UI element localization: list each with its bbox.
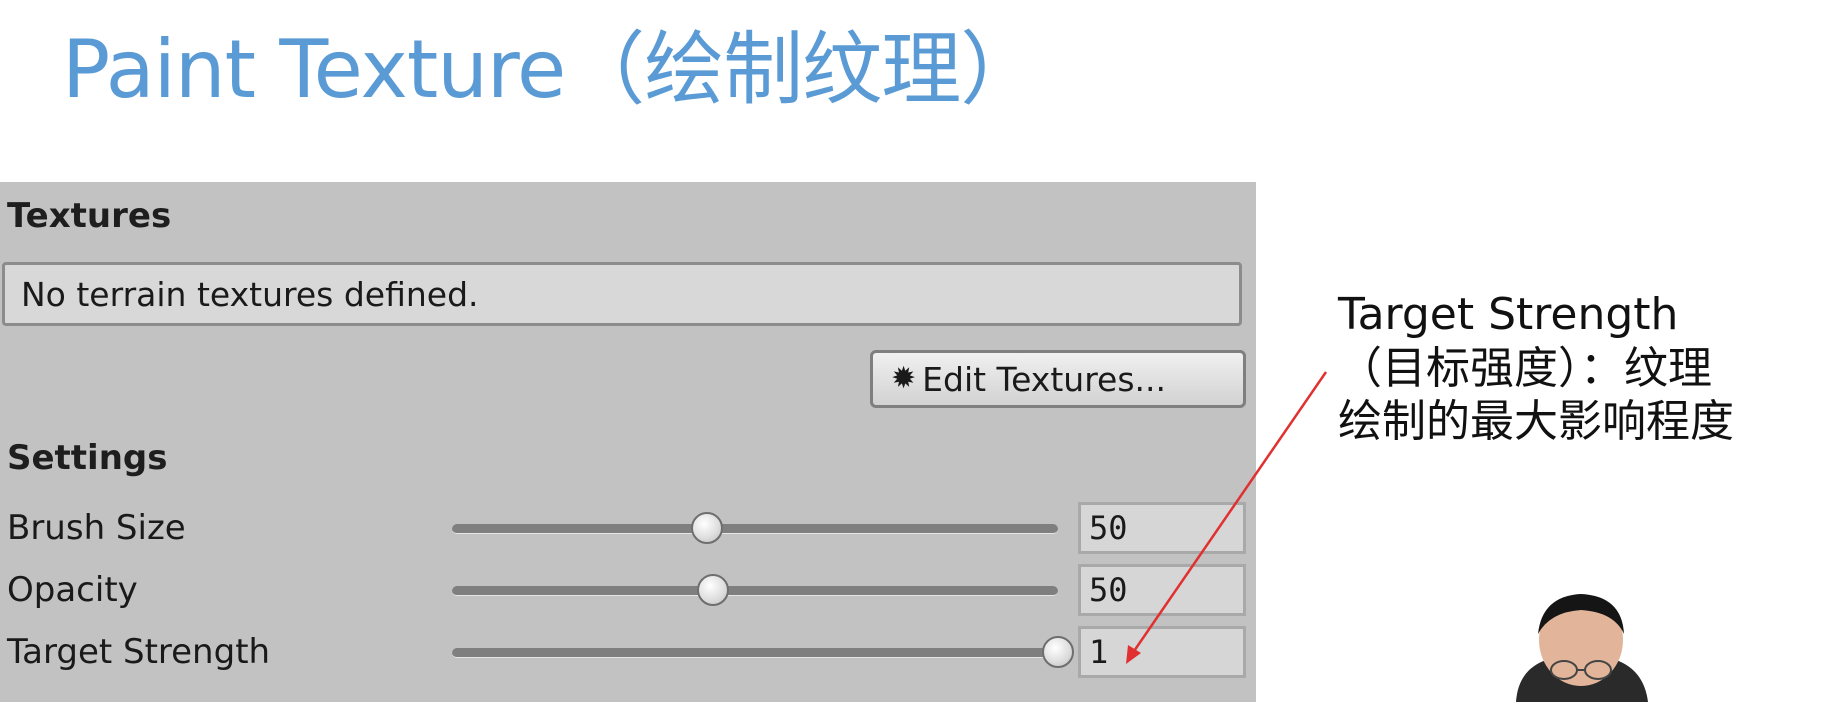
- annotation-line-1: Target Strength: [1338, 289, 1679, 340]
- brush-size-slider[interactable]: [452, 512, 1058, 544]
- help-text: No terrain textures defined.: [21, 275, 479, 314]
- target-strength-field[interactable]: 1: [1078, 626, 1246, 678]
- opacity-row: Opacity 50: [0, 562, 1256, 618]
- edit-textures-button[interactable]: ✹ Edit Textures...: [870, 350, 1246, 408]
- gear-icon: ✹: [891, 361, 917, 396]
- help-box: No terrain textures defined.: [2, 262, 1242, 326]
- brush-size-label: Brush Size: [7, 508, 186, 548]
- opacity-slider-thumb[interactable]: [696, 574, 729, 606]
- annotation-line-3: 绘制的最大影响程度: [1338, 396, 1734, 448]
- edit-textures-label: Edit Textures...: [922, 359, 1166, 399]
- opacity-label: Opacity: [7, 570, 138, 610]
- textures-header: Textures: [7, 196, 172, 236]
- annotation-text: Target Strength （目标强度）：纹理 绘制的最大影响程度: [1338, 288, 1734, 449]
- opacity-field[interactable]: 50: [1078, 564, 1246, 616]
- brush-size-field[interactable]: 50: [1078, 502, 1246, 554]
- presenter-video: [1506, 592, 1656, 702]
- target-strength-slider-thumb[interactable]: [1042, 636, 1074, 668]
- brush-size-row: Brush Size 50: [0, 500, 1256, 556]
- brush-size-slider-thumb[interactable]: [690, 512, 723, 544]
- annotation-line-2: （目标强度）：纹理: [1338, 342, 1712, 394]
- settings-header: Settings: [7, 438, 168, 478]
- target-strength-slider[interactable]: [452, 636, 1074, 668]
- target-strength-row: Target Strength 1: [0, 624, 1256, 680]
- target-strength-label: Target Strength: [7, 632, 271, 672]
- opacity-slider[interactable]: [452, 574, 1058, 606]
- paint-texture-inspector: Textures No terrain textures defined. ✹ …: [0, 182, 1256, 702]
- slide-title: Paint Texture（绘制纹理）: [62, 23, 1040, 116]
